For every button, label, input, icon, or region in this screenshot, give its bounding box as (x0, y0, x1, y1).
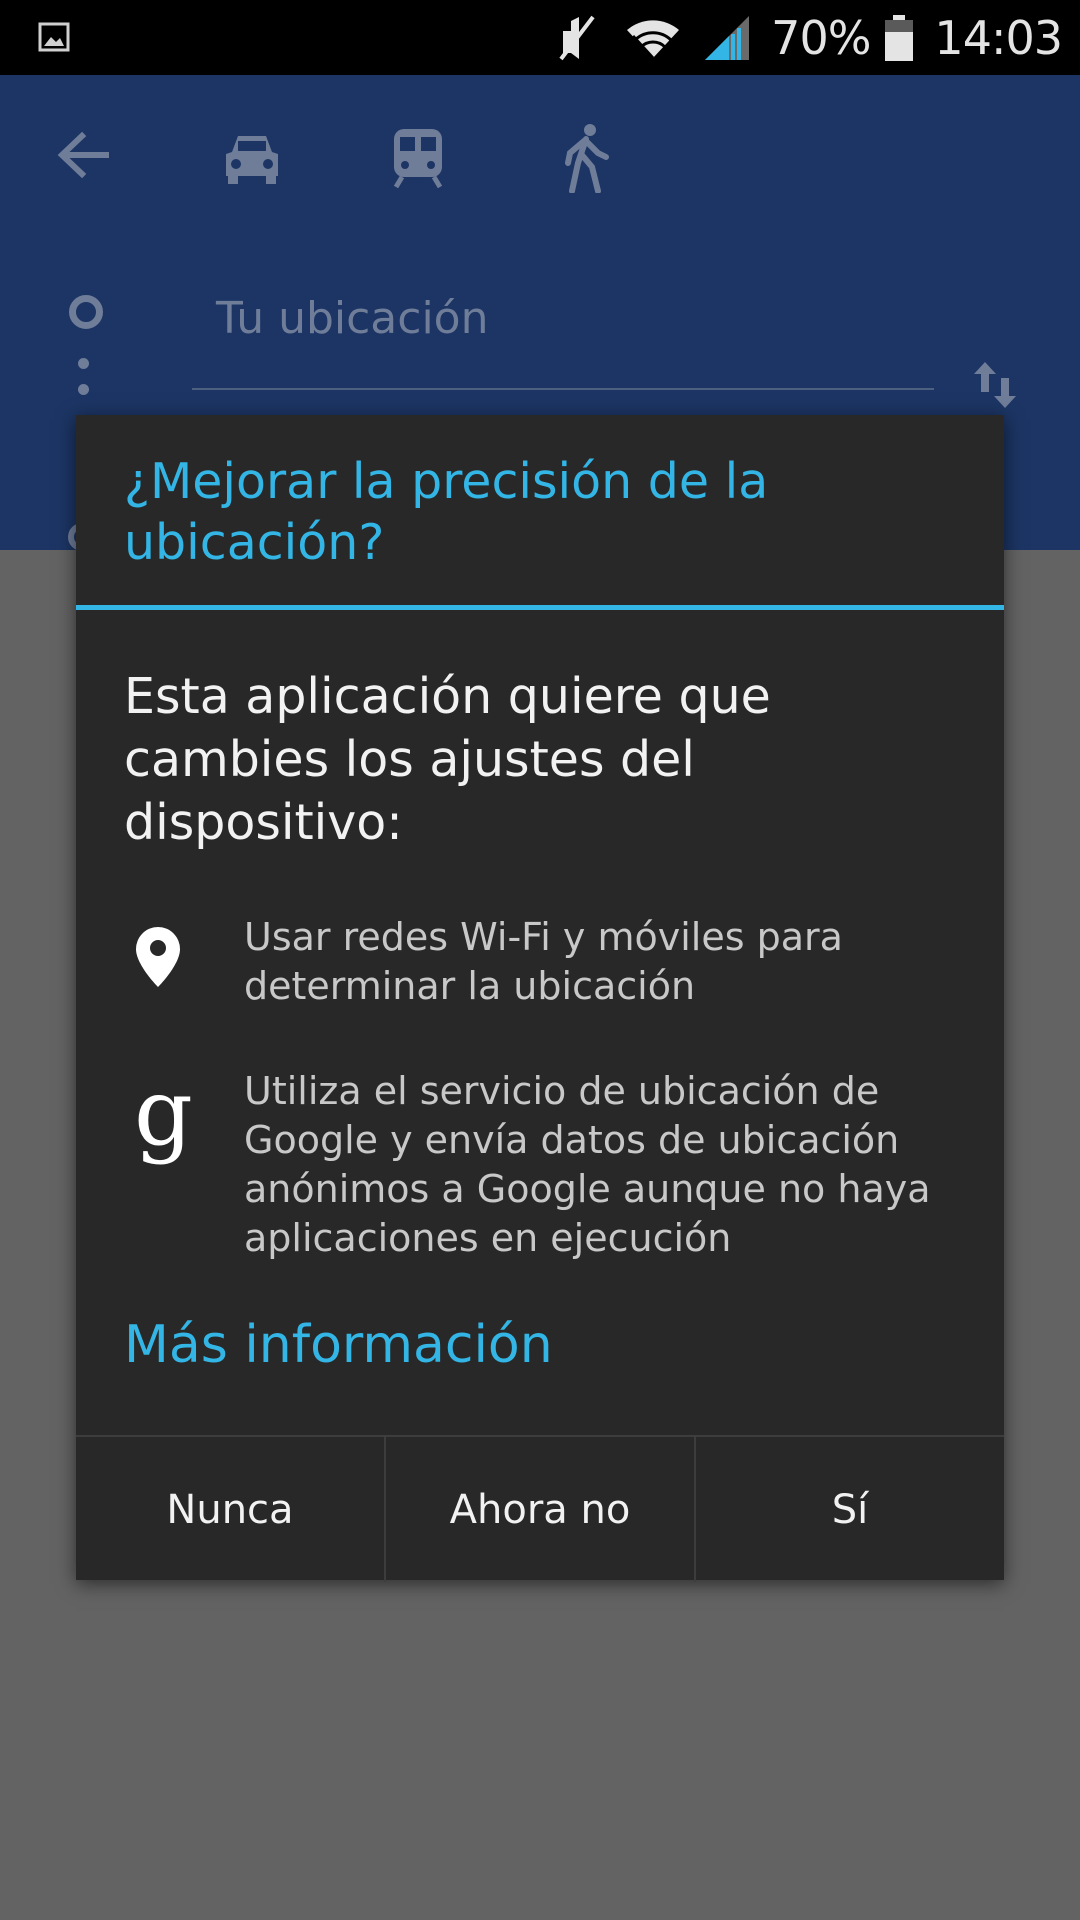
image-notification-icon (38, 22, 70, 52)
clock: 14:03 (934, 10, 1063, 65)
not-now-button[interactable]: Ahora no (384, 1437, 694, 1582)
dialog-title-divider (76, 605, 1004, 610)
route-connector (78, 358, 89, 410)
battery-icon (885, 14, 914, 61)
more-info-link[interactable]: Más información (124, 1315, 553, 1375)
status-bar: 70% 14:03 (0, 0, 1080, 75)
location-pin-icon (136, 927, 180, 987)
permission-item-text: Utiliza el servicio de ubicación de Goog… (244, 1069, 931, 1260)
walk-icon[interactable] (562, 123, 612, 193)
origin-input[interactable]: Tu ubicación (192, 285, 934, 390)
car-icon[interactable] (222, 130, 282, 186)
swap-icon[interactable] (968, 358, 1022, 412)
back-arrow-icon[interactable] (56, 130, 112, 180)
transit-icon[interactable] (392, 127, 444, 189)
dialog-title: ¿Mejorar la precisión de la ubicación? (124, 453, 769, 571)
location-accuracy-dialog: ¿Mejorar la precisión de la ubicación? E… (76, 415, 1004, 1582)
signal-icon (705, 15, 750, 60)
origin-marker-icon (69, 295, 103, 329)
permission-item-text: Usar redes Wi-Fi y móviles para determin… (244, 915, 843, 1008)
mute-icon (559, 15, 595, 60)
dialog-message: Esta aplicación quiere que cambies los a… (124, 668, 771, 851)
dialog-button-bar: Nunca Ahora no Sí (76, 1435, 1004, 1582)
yes-button[interactable]: Sí (694, 1437, 1004, 1582)
origin-input-text: Tu ubicación (216, 293, 489, 344)
google-g-icon: g (134, 1059, 193, 1166)
battery-percent: 70% (771, 10, 871, 65)
wifi-icon (627, 19, 680, 59)
never-button[interactable]: Nunca (76, 1437, 384, 1582)
